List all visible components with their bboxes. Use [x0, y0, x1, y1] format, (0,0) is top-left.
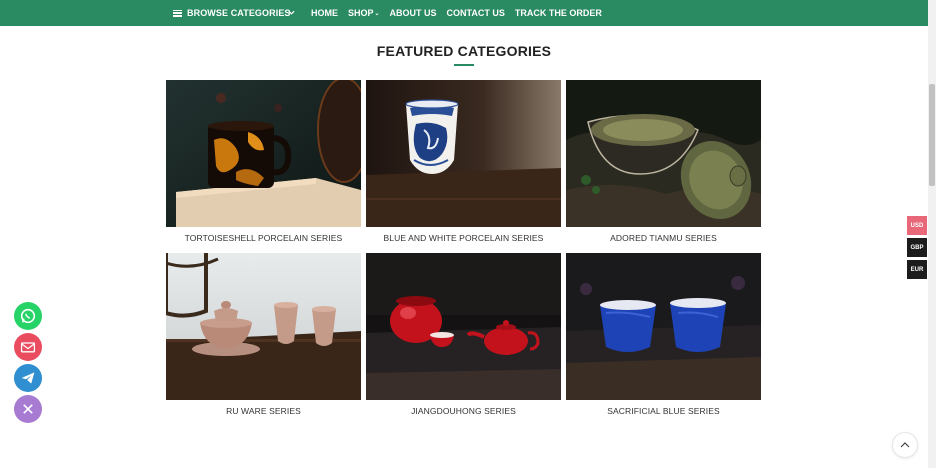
category-card[interactable]: SACRIFICIAL BLUE SERIES — [566, 253, 761, 416]
nav-track-order[interactable]: TRACK THE ORDER — [515, 8, 602, 18]
main-menu: HOME SHOP ⌄ ABOUT US CONTACT US TRACK THE… — [311, 0, 612, 26]
telegram-button[interactable] — [14, 364, 42, 392]
chevron-up-icon — [900, 442, 910, 448]
caret-down-icon: ⌄ — [374, 11, 380, 17]
category-card[interactable]: RU WARE SERIES — [166, 253, 361, 416]
category-label[interactable]: ADORED TIANMU SERIES — [566, 233, 761, 243]
currency-usd[interactable]: USD — [907, 216, 927, 235]
section-title: FEATURED CATEGORIES — [376, 43, 552, 59]
category-label[interactable]: BLUE AND WHITE PORCELAIN SERIES — [366, 233, 561, 243]
email-icon — [20, 342, 36, 353]
section-title-underline — [454, 64, 474, 66]
category-image[interactable] — [566, 253, 761, 400]
category-card[interactable]: BLUE AND WHITE PORCELAIN SERIES — [366, 80, 561, 243]
category-label[interactable]: RU WARE SERIES — [166, 406, 361, 416]
category-card[interactable]: JIANGDOUHONG SERIES — [366, 253, 561, 416]
browse-categories-label: BROWSE CATEGORIES — [187, 8, 291, 18]
page: BROWSE CATEGORIES HOME SHOP ⌄ ABOUT US CO… — [0, 0, 936, 468]
category-image[interactable] — [366, 253, 561, 400]
email-button[interactable] — [14, 333, 42, 361]
chevron-down-icon — [288, 10, 295, 15]
nav-contact-us[interactable]: CONTACT US — [447, 8, 505, 18]
nav-shop[interactable]: SHOP ⌄ — [348, 8, 380, 18]
currency-gbp[interactable]: GBP — [907, 238, 927, 257]
back-to-top-button[interactable] — [892, 432, 918, 458]
whatsapp-button[interactable] — [14, 302, 42, 330]
close-contact-button[interactable] — [14, 395, 42, 423]
category-label[interactable]: TORTOISESHELL PORCELAIN SERIES — [166, 233, 361, 243]
nav-about-us[interactable]: ABOUT US — [390, 8, 437, 18]
scrollbar-thumb[interactable] — [929, 84, 935, 186]
hamburger-icon — [173, 9, 182, 17]
whatsapp-icon — [20, 308, 36, 324]
category-card[interactable]: TORTOISESHELL PORCELAIN SERIES — [166, 80, 361, 243]
category-image[interactable] — [366, 80, 561, 227]
nav-home[interactable]: HOME — [311, 8, 338, 18]
category-card[interactable]: ADORED TIANMU SERIES — [566, 80, 761, 243]
category-image[interactable] — [566, 80, 761, 227]
telegram-icon — [21, 372, 35, 384]
currency-eur[interactable]: EUR — [907, 260, 927, 279]
category-label[interactable]: SACRIFICIAL BLUE SERIES — [566, 406, 761, 416]
category-label[interactable]: JIANGDOUHONG SERIES — [366, 406, 561, 416]
category-image[interactable] — [166, 80, 361, 227]
main-navbar: BROWSE CATEGORIES HOME SHOP ⌄ ABOUT US CO… — [0, 0, 928, 26]
browse-categories-button[interactable]: BROWSE CATEGORIES — [173, 0, 303, 26]
category-image[interactable] — [166, 253, 361, 400]
close-icon — [23, 404, 33, 414]
scrollbar-track[interactable] — [928, 0, 936, 468]
